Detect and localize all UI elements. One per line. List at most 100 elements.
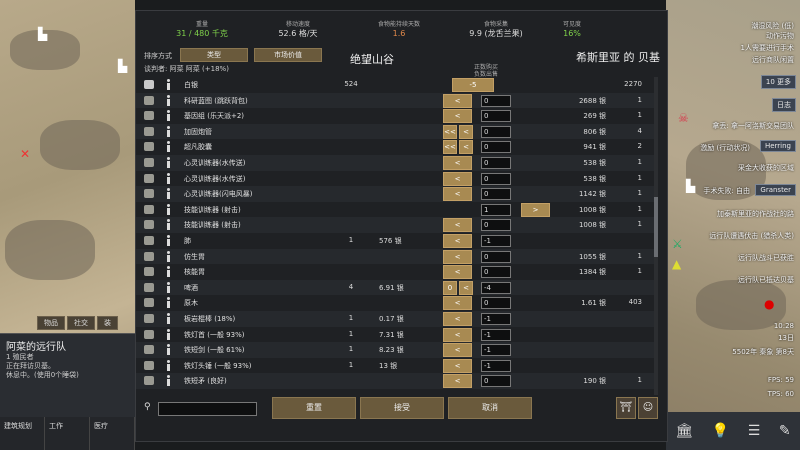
granster-button[interactable]: Granster	[755, 184, 796, 196]
transfer-left-button[interactable]: <	[443, 343, 472, 358]
caravan-marker-icon[interactable]: ⚔	[672, 238, 683, 250]
transfer-left-button[interactable]: 0	[443, 280, 457, 295]
info-icon[interactable]	[166, 375, 171, 387]
alert-filth[interactable]: 动作污物	[766, 32, 794, 41]
alert-caravan-idle[interactable]: 远行商队闲置	[752, 56, 794, 65]
transfer-amount-field[interactable]: 0	[481, 141, 511, 154]
transfer-left-button[interactable]: <	[443, 374, 472, 389]
info-icon[interactable]	[166, 266, 171, 278]
destination-marker-icon[interactable]: ●	[764, 298, 774, 310]
info-icon[interactable]	[166, 188, 171, 200]
info-icon[interactable]	[166, 94, 171, 106]
event-message[interactable]: 手术失败: 自由	[703, 187, 750, 196]
info-icon[interactable]	[166, 219, 171, 231]
transfer-left-button[interactable]: <	[443, 171, 472, 186]
event-message[interactable]: 激励 (行动状况)	[700, 144, 750, 153]
search-input[interactable]	[158, 402, 257, 416]
tab-work[interactable]: 工作	[45, 417, 90, 450]
transfer-right-button[interactable]: <	[459, 140, 473, 155]
transfer-left-button[interactable]: <<	[443, 140, 457, 155]
transfer-amount-field[interactable]: 0	[481, 94, 511, 107]
settlement-icon[interactable]: ▙	[686, 180, 695, 192]
hostile-camp-icon[interactable]: ✕	[20, 148, 30, 160]
transfer-left-button[interactable]: <	[443, 296, 472, 311]
tab-gear[interactable]: 装	[97, 316, 118, 330]
info-icon[interactable]	[166, 234, 171, 246]
transfer-amount-field[interactable]: 0	[481, 156, 511, 169]
transfer-left-button[interactable]: <<	[443, 124, 457, 139]
event-message[interactable]: 远行队战斗已获胜	[738, 254, 794, 263]
event-message[interactable]: 远行队遭遇伏击 (猎杀人类)	[709, 232, 794, 241]
transfer-amount-field[interactable]: 0	[481, 297, 511, 310]
transfer-left-button[interactable]: <	[443, 358, 472, 373]
tab-social[interactable]: 社交	[67, 316, 95, 330]
info-icon[interactable]	[166, 312, 171, 324]
pawn-select-icon[interactable]: ☺	[638, 397, 658, 419]
tab-medical[interactable]: 医疗	[90, 417, 135, 450]
transfer-left-button[interactable]: <	[443, 155, 472, 170]
accept-button[interactable]: 接受	[360, 397, 444, 419]
transfer-amount-field[interactable]: 1	[481, 203, 511, 216]
hostile-faction-icon[interactable]: ☠	[678, 112, 689, 124]
transfer-amount-field[interactable]: 0	[481, 125, 511, 138]
transfer-amount-field[interactable]: 0	[481, 110, 511, 123]
cancel-button[interactable]: 取消	[448, 397, 532, 419]
transfer-left-button[interactable]: <	[443, 311, 472, 326]
event-message[interactable]: 加泰斯里亚的作战社的路	[717, 210, 794, 219]
transfer-amount-field[interactable]: 0	[481, 375, 511, 388]
info-icon[interactable]	[166, 328, 171, 340]
transfer-amount-field[interactable]: -1	[481, 234, 511, 247]
transfer-amount-field[interactable]: 0	[481, 250, 511, 263]
trade-scrollbar[interactable]	[654, 77, 658, 395]
sort-by-value-button[interactable]: 市场价值	[254, 48, 322, 62]
transfer-amount-field[interactable]: 0	[481, 219, 511, 232]
world-view-icon[interactable]: 🏛	[675, 423, 693, 439]
transfer-amount-field[interactable]: 0	[481, 172, 511, 185]
info-icon[interactable]	[166, 203, 171, 215]
info-icon[interactable]	[166, 156, 171, 168]
info-icon[interactable]	[166, 79, 171, 90]
settlement-icon[interactable]: ▙	[38, 28, 47, 40]
transfer-amount-field[interactable]: 0	[481, 188, 511, 201]
transfer-left-button[interactable]: <	[443, 93, 472, 108]
info-icon[interactable]	[166, 172, 171, 184]
transfer-amount-field[interactable]: -4	[481, 281, 511, 294]
transfer-left-button[interactable]: <	[443, 233, 472, 248]
brush-icon[interactable]: ✎	[779, 423, 791, 439]
transfer-amount-field[interactable]: -1	[481, 344, 511, 357]
transfer-right-button[interactable]: <	[459, 280, 473, 295]
alert-humidity[interactable]: 潮湿风险 (低)	[751, 22, 794, 31]
event-message[interactable]: 拿丢: 拿一阿洛斯交易团队	[712, 122, 794, 131]
transfer-right-button[interactable]: >	[521, 202, 550, 217]
info-icon[interactable]	[166, 250, 171, 262]
info-icon[interactable]	[166, 359, 171, 371]
transfer-left-button[interactable]: <	[443, 327, 472, 342]
reset-button[interactable]: 重置	[272, 397, 356, 419]
tab-architect[interactable]: 建筑规划	[0, 417, 45, 450]
log-button[interactable]: 日志	[772, 98, 796, 112]
transfer-left-button[interactable]: <	[443, 109, 472, 124]
info-icon[interactable]	[166, 125, 171, 137]
transfer-right-button[interactable]: <	[459, 124, 473, 139]
lightbulb-icon[interactable]: 💡	[712, 423, 729, 439]
sort-by-type-button[interactable]: 类型	[180, 48, 248, 62]
transfer-left-button[interactable]: <	[443, 265, 472, 280]
event-message[interactable]: 采金大收获的区域	[738, 164, 794, 173]
settlement-icon[interactable]: ▙	[118, 60, 127, 72]
event-message[interactable]: 远行队已抵达贝基	[738, 276, 794, 285]
transfer-amount-field[interactable]: -1	[481, 328, 511, 341]
transfer-left-button[interactable]: <	[443, 218, 472, 233]
alert-surgery[interactable]: 1人需要进行手术	[741, 44, 794, 53]
info-icon[interactable]	[166, 344, 171, 356]
info-icon[interactable]	[166, 110, 171, 122]
gift-mode-icon[interactable]: ⛩	[616, 397, 636, 419]
transfer-left-button[interactable]: <	[443, 249, 472, 264]
scroll-thumb[interactable]	[654, 197, 658, 257]
transfer-amount-field[interactable]: -1	[481, 359, 511, 372]
herring-button[interactable]: Herring	[759, 140, 796, 152]
info-icon[interactable]	[166, 281, 171, 293]
transfer-amount-field[interactable]: 0	[481, 266, 511, 279]
transfer-amount-field[interactable]: -1	[481, 312, 511, 325]
info-icon[interactable]	[166, 141, 171, 153]
world-map-right[interactable]: 潮湿风险 (低) 动作污物 1人需要进行手术 远行商队闲置 10 更多 日志 拿…	[666, 0, 800, 450]
